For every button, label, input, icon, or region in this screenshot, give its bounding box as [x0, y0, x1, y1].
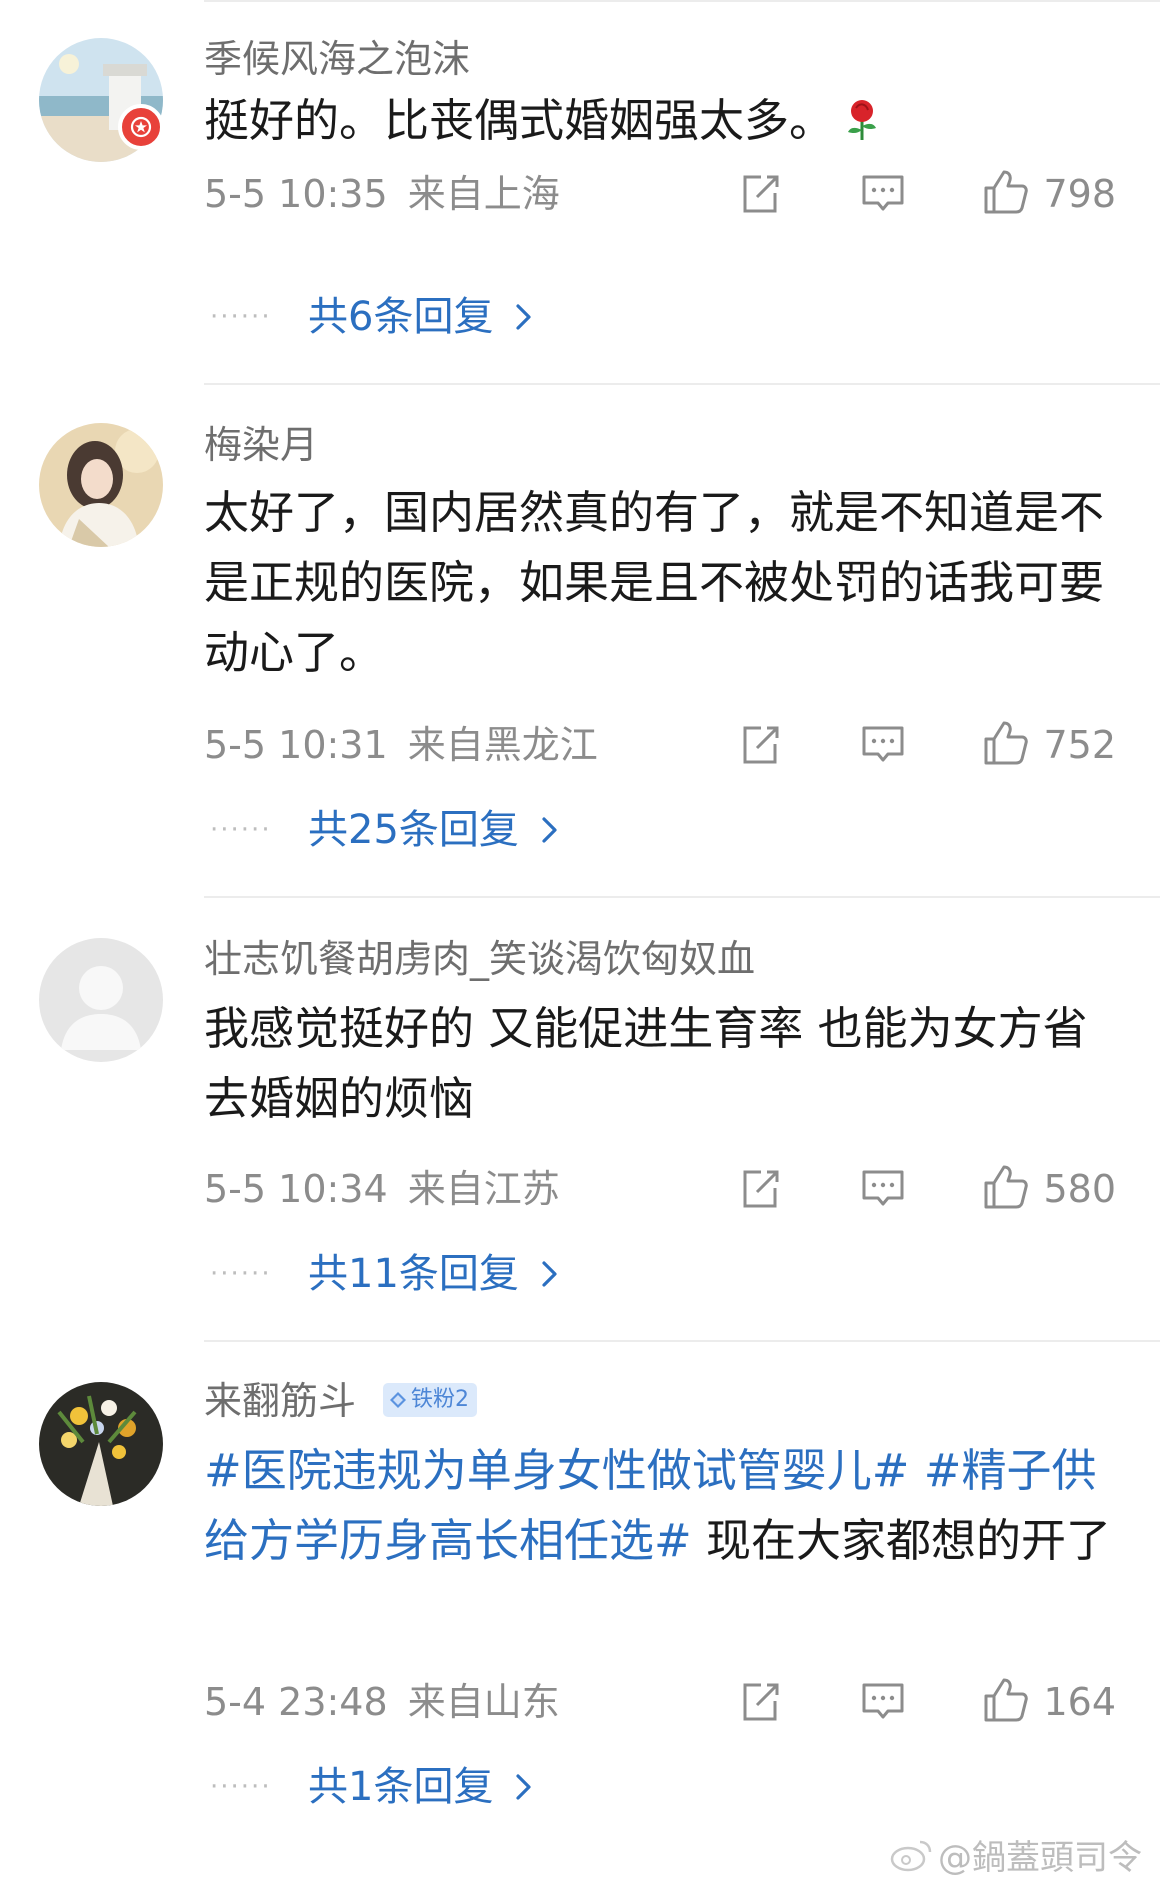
comment-meta: 5-4 23:48 来自山东	[204, 1679, 560, 1725]
rose-emoji	[842, 92, 882, 140]
dots-icon: ······	[210, 1772, 272, 1802]
reply-link[interactable]: ······ 共25条回复	[210, 805, 563, 855]
comment-time: 5-4 23:48	[204, 1680, 388, 1724]
comment-time: 5-5 10:31	[204, 723, 388, 767]
red-star-badge	[118, 104, 164, 150]
share-icon[interactable]	[737, 722, 783, 768]
top-divider	[204, 0, 1160, 2]
diamond-icon	[390, 1392, 406, 1408]
comment-text: 挺好的。比丧偶式婚姻强太多。	[204, 86, 1124, 156]
hashtag-link[interactable]: #医院违规为单身女性做试管婴儿#	[204, 1444, 909, 1497]
reply-count[interactable]: 共25条回复	[308, 805, 519, 855]
username[interactable]: 来翻筋斗	[204, 1378, 356, 1424]
share-icon[interactable]	[737, 171, 783, 217]
reply-link[interactable]: ······ 共6条回复	[210, 292, 537, 342]
chevron-right-icon	[542, 817, 557, 843]
comment-text-segment: 我感觉挺好的 又能促进生育率 也能为女方省去婚姻的烦恼	[204, 1002, 1088, 1125]
share-icon[interactable]	[737, 1166, 783, 1212]
comment-text-segment: 挺好的。比丧偶式婚姻强太多。	[204, 94, 835, 147]
weibo-logo-icon	[890, 1840, 932, 1871]
comment-text-segment: 现在大家都想的开了	[691, 1514, 1112, 1567]
reply-link[interactable]: ······ 共11条回复	[210, 1249, 563, 1299]
like-count: 580	[1043, 1167, 1116, 1211]
comment-location: 来自山东	[407, 1680, 560, 1724]
comment-text: #医院违规为单身女性做试管婴儿# #精子供给方学历身高长相任选# 现在大家都想的…	[204, 1436, 1124, 1576]
user-avatar[interactable]	[39, 938, 163, 1062]
thumbs-up-icon[interactable]	[982, 168, 1028, 214]
comment-text-segment	[909, 1444, 923, 1497]
comment-time: 5-5 10:34	[204, 1167, 388, 1211]
like-count: 798	[1043, 172, 1116, 216]
thumbs-up-icon[interactable]	[982, 1163, 1028, 1209]
fan-badge-label: 铁粉2	[411, 1387, 469, 1412]
watermark: @鍋蓋頭司令	[890, 1830, 1142, 1879]
thumbs-up-icon[interactable]	[982, 719, 1028, 765]
like-count: 164	[1043, 1680, 1116, 1724]
reply-count[interactable]: 共6条回复	[308, 292, 493, 342]
dots-icon: ······	[210, 302, 272, 332]
comment-meta: 5-5 10:34 来自江苏	[204, 1166, 560, 1212]
comment-icon[interactable]	[860, 722, 906, 768]
comment-divider	[204, 383, 1160, 385]
watermark-text: @鍋蓋頭司令	[938, 1838, 1142, 1878]
username[interactable]: 梅染月	[204, 422, 318, 468]
comment-icon[interactable]	[860, 1166, 906, 1212]
comment-text-segment: 太好了，国内居然真的有了，就是不知道是不是正规的医院，如果是且不被处罚的话我可要…	[204, 486, 1105, 679]
reply-count[interactable]: 共11条回复	[308, 1249, 519, 1299]
comment-divider	[204, 896, 1160, 898]
comment-time: 5-5 10:35	[204, 172, 388, 216]
user-avatar[interactable]	[39, 1382, 163, 1506]
comment-location: 来自江苏	[407, 1167, 560, 1211]
comment-icon[interactable]	[860, 171, 906, 217]
reply-count[interactable]: 共1条回复	[308, 1762, 493, 1812]
comment-meta: 5-5 10:31 来自黑龙江	[204, 722, 598, 768]
fan-badge: 铁粉2	[383, 1383, 477, 1417]
comment-location: 来自上海	[407, 172, 560, 216]
dots-icon: ······	[210, 1259, 272, 1289]
comment-meta: 5-5 10:35 来自上海	[204, 171, 560, 217]
username[interactable]: 季候风海之泡沫	[204, 36, 470, 82]
reply-link[interactable]: ······ 共1条回复	[210, 1762, 537, 1812]
username[interactable]: 壮志饥餐胡虏肉_笑谈渴饮匈奴血	[204, 936, 755, 982]
dots-icon: ······	[210, 815, 272, 845]
comment-divider	[204, 1340, 1160, 1342]
thumbs-up-icon[interactable]	[982, 1676, 1028, 1722]
comment-text: 太好了，国内居然真的有了，就是不知道是不是正规的医院，如果是且不被处罚的话我可要…	[204, 478, 1124, 688]
user-avatar[interactable]	[39, 423, 163, 547]
comment-location: 来自黑龙江	[407, 723, 598, 767]
comment-text: 我感觉挺好的 又能促进生育率 也能为女方省去婚姻的烦恼	[204, 994, 1124, 1134]
share-icon[interactable]	[737, 1679, 783, 1725]
like-count: 752	[1043, 723, 1116, 767]
chevron-right-icon	[542, 1261, 557, 1287]
chevron-right-icon	[516, 304, 532, 330]
comment-icon[interactable]	[860, 1679, 906, 1725]
chevron-right-icon	[516, 1774, 532, 1800]
